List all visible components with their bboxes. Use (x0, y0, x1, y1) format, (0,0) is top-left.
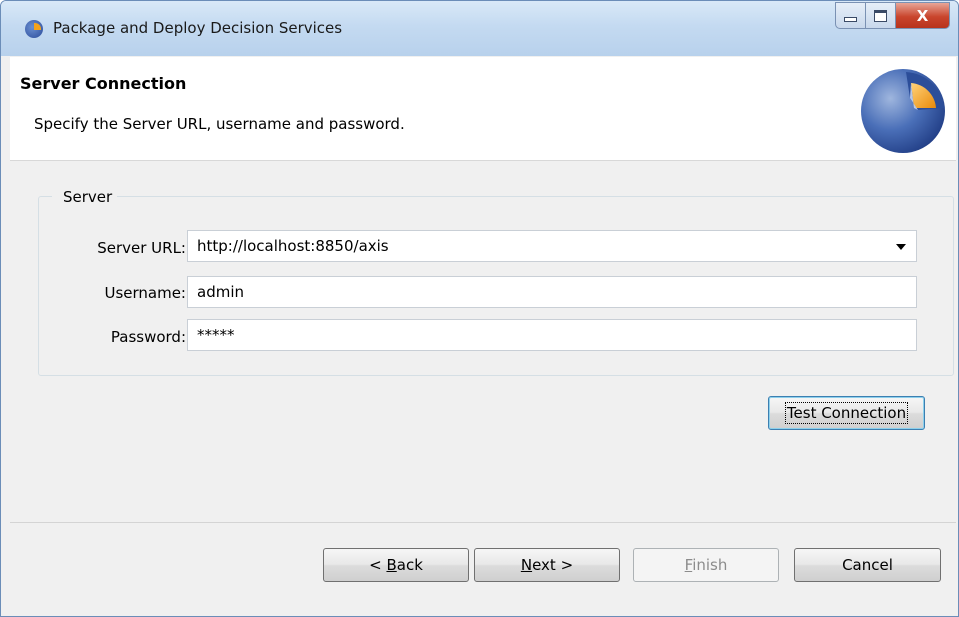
finish-button-label: Finish (684, 556, 728, 574)
username-value: admin (197, 283, 244, 301)
chevron-down-icon[interactable] (896, 244, 906, 250)
password-field[interactable]: ***** (187, 319, 917, 351)
page-description: Specify the Server URL, username and pas… (34, 115, 405, 133)
password-label: Password: (110, 328, 186, 346)
dialog-window: Package and Deploy Decision Services X S… (0, 0, 959, 617)
finish-button[interactable]: Finish (633, 548, 779, 582)
window-title: Package and Deploy Decision Services (53, 19, 343, 37)
username-field[interactable]: admin (187, 276, 917, 308)
server-url-combo[interactable]: http://localhost:8850/axis (187, 230, 917, 262)
test-connection-label: Test Connection (784, 402, 909, 424)
window-controls: X (835, 2, 950, 29)
app-icon (25, 20, 43, 38)
title-bar[interactable]: Package and Deploy Decision Services X (1, 1, 958, 56)
close-button[interactable]: X (896, 2, 950, 29)
server-url-label: Server URL: (97, 239, 186, 257)
server-group-label: Server (52, 188, 118, 206)
minimize-icon (844, 17, 857, 22)
username-label: Username: (104, 284, 186, 302)
wizard-content: Server Server URL: http://localhost:8850… (10, 161, 956, 521)
pie-logo-icon (861, 69, 945, 153)
minimize-button[interactable] (835, 2, 866, 29)
page-title: Server Connection (20, 74, 187, 93)
password-value: ***** (197, 326, 235, 344)
maximize-icon (874, 9, 887, 22)
cancel-button-label: Cancel (842, 556, 893, 574)
back-button-label: < Back (369, 556, 423, 574)
next-button[interactable]: Next > (474, 548, 620, 582)
back-button[interactable]: < Back (323, 548, 469, 582)
footer-separator (10, 522, 956, 523)
close-icon: X (916, 6, 929, 25)
test-connection-button[interactable]: Test Connection (768, 396, 925, 430)
maximize-button[interactable] (866, 2, 896, 29)
wizard-banner: Server Connection Specify the Server URL… (10, 57, 956, 161)
cancel-button[interactable]: Cancel (794, 548, 941, 582)
server-url-value: http://localhost:8850/axis (197, 237, 389, 255)
next-button-label: Next > (520, 556, 574, 574)
